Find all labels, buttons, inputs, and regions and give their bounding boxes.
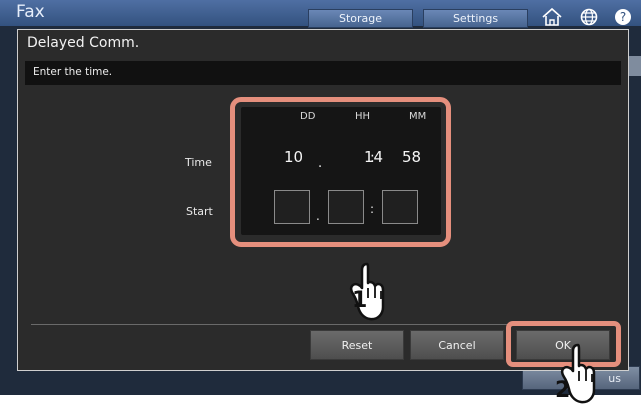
- dialog-message-bar: Enter the time.: [25, 61, 621, 85]
- pointing-hand-icon-step-2: 2: [555, 343, 596, 404]
- svg-text:?: ?: [620, 10, 626, 24]
- dialog-message: Enter the time.: [33, 66, 113, 78]
- reset-button[interactable]: Reset: [310, 330, 404, 360]
- start-hh-field[interactable]: [328, 190, 364, 224]
- time-value-mm: 58: [402, 148, 422, 166]
- background-app-title: Fax: [16, 2, 45, 22]
- start-mm-field[interactable]: [382, 190, 418, 224]
- start-separator-colon: :: [370, 202, 375, 216]
- start-separator-dot: .: [316, 209, 320, 223]
- background-tab-settings[interactable]: Settings: [423, 9, 528, 28]
- time-separator-dot: .: [318, 156, 323, 171]
- background-header: Fax Storage Settings ?: [0, 0, 641, 28]
- header-hh: HH: [355, 111, 371, 122]
- header-dd: DD: [300, 111, 316, 122]
- cancel-button[interactable]: Cancel: [410, 330, 504, 360]
- help-icon[interactable]: ?: [614, 8, 632, 26]
- step-2-label: 2: [555, 378, 570, 403]
- time-value-dd: 10: [284, 148, 304, 166]
- time-label: Time: [185, 156, 212, 169]
- time-separator-colon: :: [370, 150, 375, 166]
- step-1-label: 1: [352, 288, 367, 313]
- header-mm: MM: [409, 111, 427, 122]
- start-label: Start: [186, 205, 213, 218]
- dialog-title: Delayed Comm.: [27, 35, 140, 51]
- home-icon[interactable]: [541, 7, 563, 26]
- globe-icon[interactable]: [579, 7, 599, 26]
- start-dd-field[interactable]: [274, 190, 310, 224]
- pointing-hand-icon-step-1: 1: [349, 262, 385, 321]
- background-tab-storage[interactable]: Storage: [308, 9, 413, 28]
- background-side-strip: [627, 56, 641, 76]
